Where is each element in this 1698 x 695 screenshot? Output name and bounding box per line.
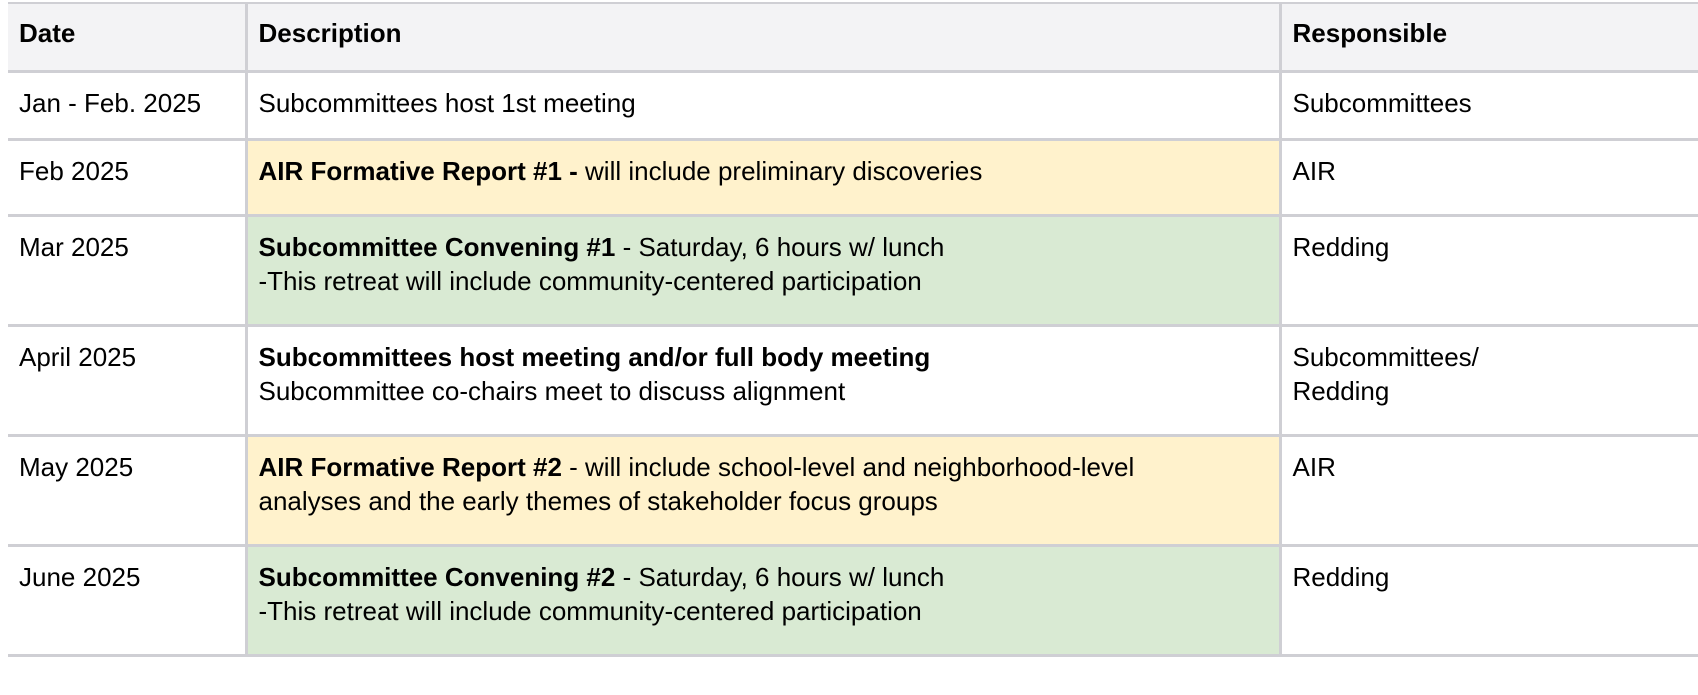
date-cell: Mar 2025 — [8, 214, 248, 327]
responsible-line: Redding — [1292, 562, 1390, 592]
responsible-line: AIR — [1292, 156, 1336, 186]
date-cell: May 2025 — [8, 434, 248, 547]
description-line: Subcommittee Convening #2 - Saturday, 6 … — [259, 560, 1269, 594]
column-header-description: Description — [244, 2, 1282, 73]
description-text: - Saturday, 6 hours w/ lunch — [615, 562, 945, 592]
description-text: - will include school-level and neighbor… — [561, 452, 1135, 482]
table-row: Mar 2025 Subcommittee Convening #1 - Sat… — [8, 214, 1698, 327]
description-second-line: analyses and the early themes of stakeho… — [258, 486, 938, 516]
responsible-line: Redding — [1292, 232, 1390, 262]
responsible-second-line: Redding — [1292, 376, 1390, 406]
responsible-cell: Subcommittees/ Redding — [1278, 324, 1698, 437]
description-cell: Subcommittee Convening #2 - Saturday, 6 … — [244, 544, 1282, 657]
description-line: Subcommittees host 1st meeting — [259, 86, 1269, 120]
description-cell: Subcommittees host 1st meeting — [244, 70, 1282, 141]
column-header-date: Date — [8, 2, 248, 73]
responsible-line: AIR — [1292, 452, 1336, 482]
description-cell: Subcommittee Convening #1 - Saturday, 6 … — [244, 214, 1282, 327]
description-line: Subcommittees host meeting and/or full b… — [259, 340, 1269, 374]
table-row: Feb 2025 AIR Formative Report #1 - will … — [8, 138, 1698, 217]
table-row: May 2025 AIR Formative Report #2 - will … — [8, 434, 1698, 547]
table-row: Jan - Feb. 2025 Subcommittees host 1st m… — [8, 70, 1698, 141]
description-text: Subcommittees host 1st meeting — [258, 88, 636, 118]
table-row: April 2025 Subcommittees host meeting an… — [8, 324, 1698, 437]
responsible-cell: Redding — [1278, 544, 1698, 657]
date-cell: Jan - Feb. 2025 — [8, 70, 248, 141]
date-cell: Feb 2025 — [8, 138, 248, 217]
description-bold-text: AIR Formative Report #2 — [258, 452, 562, 482]
responsible-cell: Redding — [1278, 214, 1698, 327]
description-bold-text: Subcommittee Convening #1 — [258, 232, 616, 262]
timeline-table: Date Description Responsible Jan - Feb. … — [8, 2, 1698, 657]
responsible-cell: AIR — [1278, 138, 1698, 217]
description-bold-text: AIR Formative Report #1 - — [258, 156, 578, 186]
column-header-responsible: Responsible — [1278, 2, 1698, 73]
header-row: Date Description Responsible — [8, 2, 1698, 73]
description-text: will include preliminary discoveries — [577, 156, 983, 186]
description-second-line: Subcommittee co-chairs meet to discuss a… — [258, 376, 846, 406]
description-text: - Saturday, 6 hours w/ lunch — [615, 232, 945, 262]
description-second-line: -This retreat will include community-cen… — [258, 266, 922, 296]
description-line: Subcommittee Convening #1 - Saturday, 6 … — [259, 230, 1269, 264]
responsible-line: Subcommittees — [1292, 88, 1472, 118]
description-line: AIR Formative Report #1 - will include p… — [259, 154, 1269, 188]
description-cell: Subcommittees host meeting and/or full b… — [244, 324, 1282, 437]
description-bold-text: Subcommittee Convening #2 — [258, 562, 616, 592]
responsible-cell: AIR — [1278, 434, 1698, 547]
description-second-line: -This retreat will include community-cen… — [258, 596, 922, 626]
date-cell: April 2025 — [8, 324, 248, 437]
description-cell: AIR Formative Report #1 - will include p… — [244, 138, 1282, 217]
responsible-line: Subcommittees/ — [1292, 342, 1479, 372]
responsible-cell: Subcommittees — [1278, 70, 1698, 141]
table-row: June 2025 Subcommittee Convening #2 - Sa… — [8, 544, 1698, 657]
date-cell: June 2025 — [8, 544, 248, 657]
description-line: AIR Formative Report #2 - will include s… — [259, 450, 1269, 484]
description-bold-text: Subcommittees host meeting and/or full b… — [258, 342, 931, 372]
description-cell: AIR Formative Report #2 - will include s… — [244, 434, 1282, 547]
